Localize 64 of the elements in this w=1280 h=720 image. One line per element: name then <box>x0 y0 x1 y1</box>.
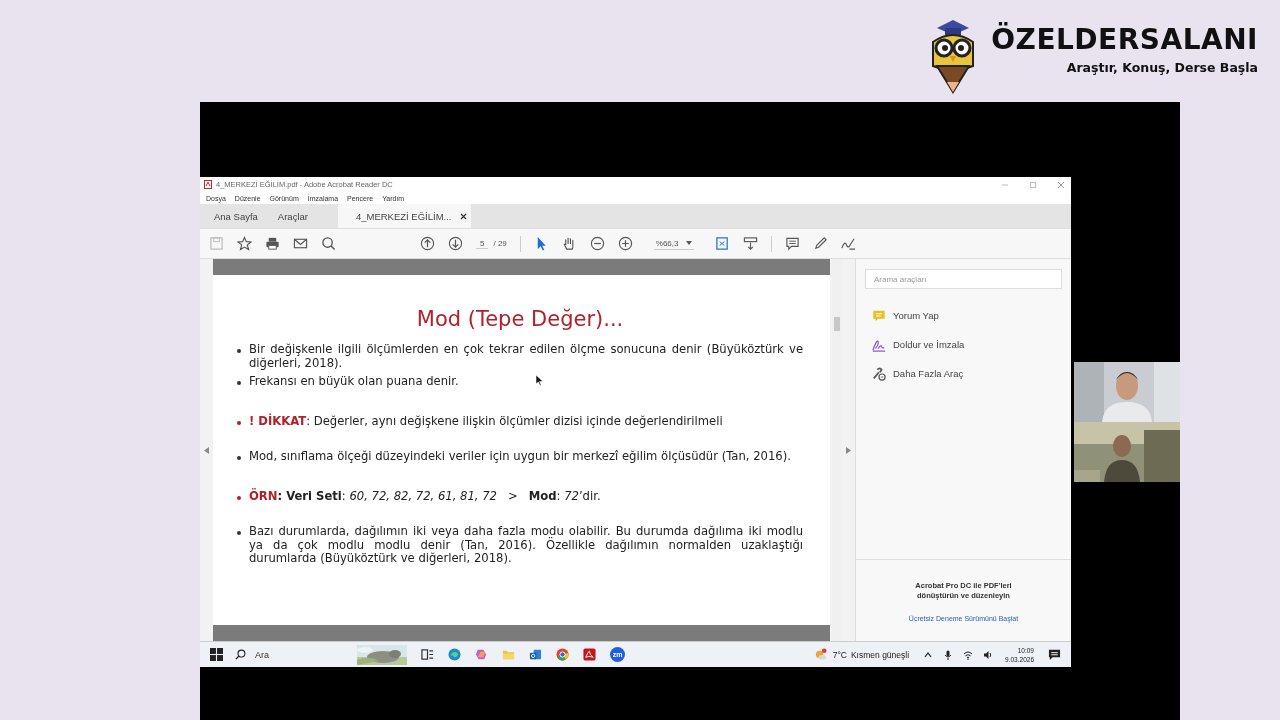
chrome-icon[interactable] <box>556 648 569 661</box>
tool-item[interactable]: Daha Fazla Araç <box>893 368 964 379</box>
weather-condition: Kısmen güneşli <box>850 649 910 660</box>
windows-start-icon[interactable] <box>210 648 223 661</box>
bullet-icon <box>237 495 241 500</box>
tab[interactable]: Ana Sayfa <box>204 204 268 228</box>
close-icon[interactable] <box>1057 180 1065 189</box>
bullet-text: Mod, sınıflama ölçeği düzeyindeki veriler için uygun bir merkezî eğilim ölçüsüdür (Tan, 2016). <box>249 450 791 464</box>
weather-icon[interactable] <box>813 648 827 661</box>
pdf-app-icon[interactable] <box>583 648 596 661</box>
pdf-file-icon <box>204 180 212 189</box>
collapse-left-icon[interactable] <box>204 446 209 454</box>
task-view-icon[interactable] <box>421 648 434 661</box>
comment-icon <box>872 308 886 323</box>
notification-icon[interactable] <box>1048 648 1061 661</box>
next-page-icon[interactable] <box>448 236 463 251</box>
brand-tagline: Araştır, Konuş, Derse Başla <box>1066 60 1258 75</box>
pen-icon[interactable] <box>813 236 829 251</box>
search-icon[interactable] <box>321 236 336 251</box>
brand-name: ÖZELDERSALANI <box>991 24 1258 56</box>
browser-icon[interactable] <box>448 648 461 661</box>
previous-page-icon[interactable] <box>420 236 435 251</box>
tool-item[interactable]: Doldur ve İmzala <box>893 339 965 350</box>
mail-app-icon[interactable] <box>529 648 542 661</box>
expand-right-icon[interactable] <box>846 446 851 454</box>
bullet-icon <box>237 420 241 425</box>
bullet-text: Bazı durumlarda, dağılımın iki veya daha fazla modu olabilir. Bu durumda dağılıma iki modlu ya da çok modlu modlu denir (Tan, 2016). Özellikle dağılımın normalden uzaklaştığı durumlarda (Büyüköztürk ve diğerleri, 2018). <box>249 525 803 566</box>
mouse-cursor-icon <box>536 375 544 386</box>
microphone-icon[interactable] <box>943 649 954 660</box>
slide-title: Mod (Tepe Değer)... <box>415 307 625 331</box>
search-icon <box>235 649 246 660</box>
search-field[interactable]: Arama araçları <box>865 269 1062 289</box>
zoom-out-icon[interactable] <box>589 236 605 251</box>
caret-icon <box>686 241 693 245</box>
zoom-in-icon[interactable] <box>617 236 633 251</box>
bullet-icon <box>237 381 241 385</box>
taskbar-search[interactable]: Ara <box>235 644 407 665</box>
page-count: / 29 <box>493 239 507 248</box>
page-number-field[interactable]: 5 <box>476 238 489 249</box>
bullet-icon <box>237 349 241 353</box>
bullet-icon <box>237 531 241 535</box>
close-tab-icon[interactable] <box>459 212 467 220</box>
wrench-icon <box>872 366 886 381</box>
fit-page-icon[interactable] <box>715 236 731 251</box>
tab[interactable]: Araçlar <box>267 204 318 228</box>
bullet-icon <box>237 456 241 460</box>
print-icon[interactable] <box>265 236 280 251</box>
wifi-icon[interactable] <box>963 649 974 660</box>
bullet-text: ! DİKKAT: Değerler, aynı değişkene ilişkin ölçümler dizisi içinde değerlendirilmeli <box>249 414 723 428</box>
hand-icon[interactable] <box>561 236 577 251</box>
weather-temperature: 7°C <box>832 649 847 660</box>
mail-icon[interactable] <box>293 236 308 251</box>
speaker-icon[interactable] <box>983 649 994 660</box>
bullet-text: Frekansı en büyük olan puana denir. <box>249 375 459 389</box>
comment-icon[interactable] <box>785 236 801 251</box>
copilot-icon[interactable] <box>475 648 488 661</box>
tool-item[interactable]: Yorum Yap <box>893 310 939 321</box>
signature-icon[interactable] <box>841 236 857 251</box>
zoom-dropdown[interactable]: %66,3 <box>653 237 695 250</box>
bullet-text: Bir değişkenle ilgili ölçümlerden en çok tekrar edilen ölçme sonucuna denir (Büyüköztürk ve diğerleri, 2018). <box>249 343 803 370</box>
star-icon[interactable] <box>237 236 252 251</box>
tab[interactable]: 4_MERKEZİ EĞİLİM... <box>337 204 471 228</box>
scroll-mode-icon[interactable] <box>743 236 759 251</box>
bullet-text: ÖRN: Veri Seti: 60, 72, 82, 72, 61, 81, 72 > Mod: 72’dir. <box>249 489 601 503</box>
